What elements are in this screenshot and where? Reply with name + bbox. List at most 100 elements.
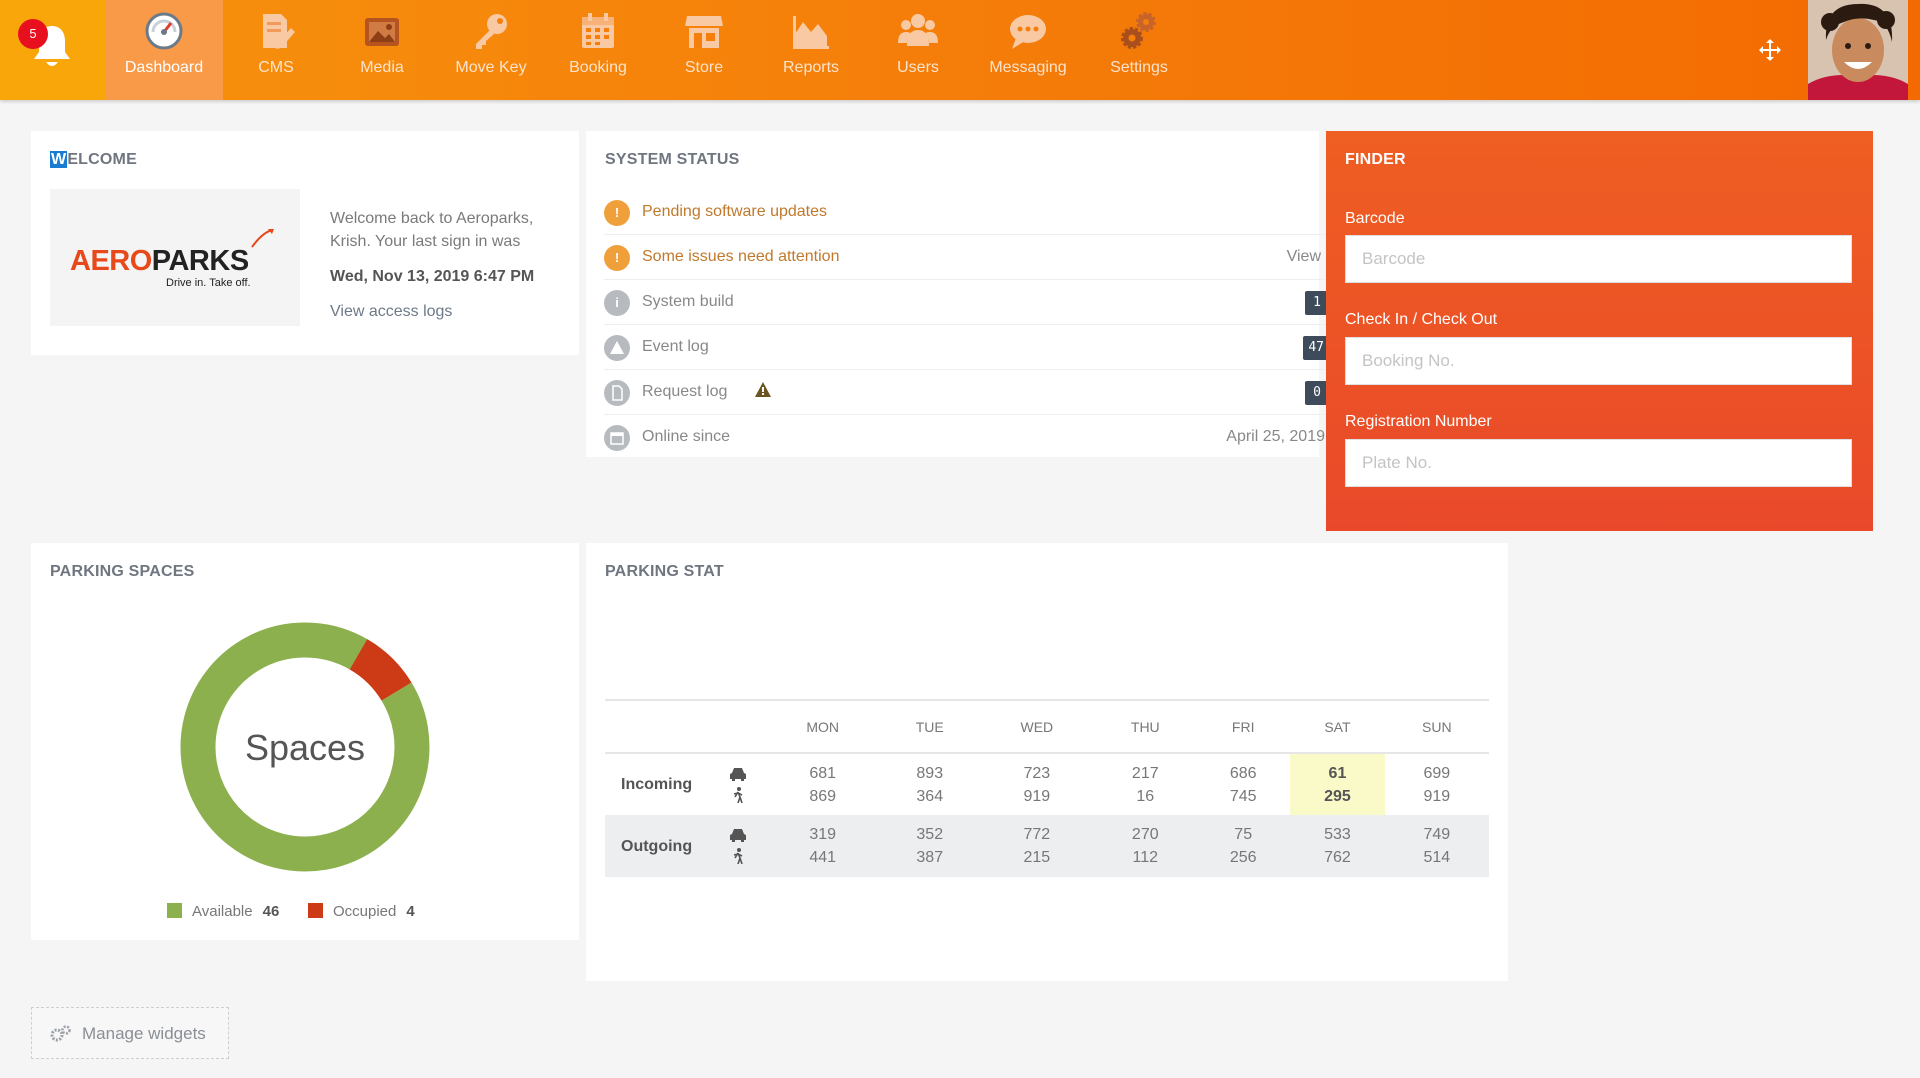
booking-number-input[interactable] [1345, 337, 1852, 385]
cell-fri: 686 745 [1229, 764, 1257, 805]
system-status-title: SYSTEM STATUS [605, 151, 740, 168]
document-edit-icon [263, 14, 295, 49]
plane-arc-icon [251, 229, 274, 248]
incoming-row: Incoming 681 869 893 364 723 919 217 16 686 7… [605, 753, 1489, 815]
nav-booking[interactable]: Booking [547, 0, 649, 100]
nav-label: Settings [1110, 59, 1168, 76]
day-header: WED [979, 699, 1095, 754]
move-arrows-icon[interactable] [1758, 38, 1782, 62]
status-row-pending-updates[interactable]: ! Pending software updates [604, 190, 1329, 235]
view-issues-link[interactable]: View [1287, 248, 1321, 266]
online-since-date: April 25, 2019 [1226, 428, 1325, 445]
status-row-request-log[interactable]: Request log 0 [604, 370, 1329, 415]
cell-sat-highlighted: 61 295 [1290, 753, 1385, 815]
cell-mon: 319 441 [765, 815, 881, 877]
parking-stat-title: PARKING STAT [605, 563, 724, 580]
spaces-donut-chart: Spaces [180, 622, 430, 872]
top-navigation-bar: 5 Dashboard CMS Media Move Key Booking S… [0, 0, 1920, 100]
status-row-issues: ! Some issues need attention View [604, 235, 1329, 280]
cell-thu: 270 112 [1094, 815, 1197, 877]
donut-center-label: Spaces [245, 727, 365, 768]
parking-stat-table: MON TUE WED THU FRI SAT SUN Incoming 681… [605, 699, 1489, 877]
notifications-button[interactable]: 5 [0, 0, 105, 100]
stat-header-row: MON TUE WED THU FRI SAT SUN [605, 699, 1489, 754]
nav-settings[interactable]: Settings [1083, 0, 1195, 100]
nav-store[interactable]: Store [649, 0, 759, 100]
welcome-panel: WELCOME AEROPARKS Drive in. Take off. We… [31, 131, 579, 355]
speedometer-icon [145, 12, 183, 50]
outgoing-label: Outgoing [605, 815, 710, 877]
nav-label: Messaging [989, 59, 1067, 76]
nav-move-key[interactable]: Move Key [435, 0, 547, 100]
cell-sun: 699 919 [1423, 764, 1451, 805]
nav-label: Reports [782, 59, 840, 76]
incoming-label: Incoming [621, 776, 693, 793]
cell-sun: 749 514 [1384, 815, 1489, 877]
nav-messaging[interactable]: Messaging [973, 0, 1083, 100]
nav-label: Users [897, 59, 939, 76]
status-label: Some issues need attention [642, 248, 840, 265]
car-icon [729, 829, 746, 842]
status-row-event-log[interactable]: Event log 47 [604, 325, 1329, 370]
gears-icon [1121, 12, 1156, 49]
occupied-count: 4 [406, 903, 415, 920]
day-header: TUE [880, 699, 980, 754]
cell-wed: 772 215 [979, 815, 1095, 877]
day-header: SUN [1384, 699, 1489, 754]
barcode-label: Barcode [1345, 210, 1405, 227]
status-label: System build [642, 293, 734, 310]
nav-reports[interactable]: Reports [759, 0, 863, 100]
exclamation-icon: ! [604, 245, 630, 271]
day-header: SAT [1290, 699, 1385, 754]
plate-number-input[interactable] [1345, 439, 1852, 487]
nav-label: Booking [569, 59, 627, 76]
status-label: Event log [642, 338, 709, 355]
exclamation-icon: ! [604, 200, 630, 226]
user-avatar[interactable] [1808, 0, 1908, 100]
nav-media[interactable]: Media [329, 0, 435, 100]
checkin-label: Check In / Check Out [1345, 311, 1498, 328]
available-count: 46 [262, 903, 280, 920]
calendar-icon [582, 13, 614, 48]
nav-cms[interactable]: CMS [223, 0, 329, 100]
avatar-photo [1808, 0, 1908, 100]
manage-widgets-button[interactable]: Manage widgets [31, 1007, 229, 1059]
status-row-online-since: Online since April 25, 2019 [604, 415, 1329, 460]
cell-wed: 723 919 [1023, 764, 1051, 805]
walking-person-icon [733, 848, 743, 864]
welcome-title-rest: ELCOME [67, 151, 137, 168]
calendar-icon [604, 425, 630, 451]
cell-tue: 352 387 [880, 815, 980, 877]
nav-label: Store [684, 59, 724, 76]
cell-thu: 217 16 [1131, 764, 1159, 805]
walking-person-icon [733, 786, 743, 803]
nav-dashboard[interactable]: Dashboard [105, 0, 223, 100]
parking-spaces-title: PARKING SPACES [50, 563, 195, 580]
users-icon [898, 14, 938, 46]
status-label: Online since [642, 428, 731, 445]
barcode-input[interactable] [1345, 235, 1852, 283]
outgoing-row: Outgoing 319 441 352 387 772 215 270 112 75 2… [605, 815, 1489, 877]
notification-count-badge: 5 [18, 19, 48, 49]
welcome-message: Welcome back to Aeroparks, Krish. Your l… [330, 210, 534, 250]
available-swatch [167, 903, 182, 918]
aeroparks-logo: AEROPARKS Drive in. Take off. [50, 189, 300, 326]
legend-occupied: Occupied 4 [308, 903, 415, 920]
area-chart-icon [793, 16, 829, 49]
cell-mon: 681 869 [809, 764, 837, 805]
nav-users[interactable]: Users [863, 0, 973, 100]
nav-label: Move Key [455, 59, 527, 76]
parking-spaces-panel: PARKING SPACES Spaces Available 46 Occupi… [31, 543, 579, 940]
warning-icon [604, 335, 630, 361]
status-label: Request log [642, 383, 728, 400]
welcome-title: WELCOME [50, 151, 137, 169]
nav-label: Dashboard [124, 59, 204, 76]
car-icon [729, 767, 746, 781]
cell-sat: 533 762 [1290, 815, 1385, 877]
view-access-logs-link[interactable]: View access logs [330, 303, 452, 321]
parking-stat-panel: PARKING STAT MON TUE WED THU FRI SAT SUN… [586, 543, 1508, 981]
occupied-swatch [308, 903, 323, 918]
cell-tue: 893 364 [916, 764, 944, 805]
cell-fri: 75 256 [1196, 815, 1291, 877]
media-icon [365, 18, 399, 46]
